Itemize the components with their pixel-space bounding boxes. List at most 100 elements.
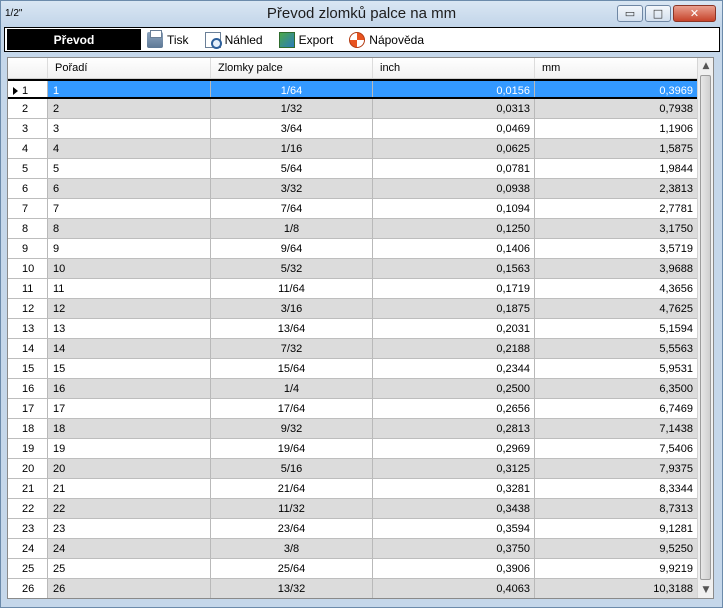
cell-mm[interactable]: 4,3656 (535, 279, 698, 298)
cell-poradi[interactable]: 7 (48, 199, 211, 218)
row-number[interactable]: 13 (8, 319, 48, 338)
table-row[interactable]: 11 11 11/64 0,1719 4,3656 (8, 279, 698, 299)
cell-poradi[interactable]: 17 (48, 399, 211, 418)
cell-zlomek[interactable]: 25/64 (211, 559, 373, 578)
table-row[interactable]: 8 8 1/8 0,1250 3,1750 (8, 219, 698, 239)
cell-zlomek[interactable]: 13/64 (211, 319, 373, 338)
table-row[interactable]: 12 12 3/16 0,1875 4,7625 (8, 299, 698, 319)
table-row[interactable]: 10 10 5/32 0,1563 3,9688 (8, 259, 698, 279)
cell-zlomek[interactable]: 11/64 (211, 279, 373, 298)
row-number[interactable]: 2 (8, 99, 48, 118)
cell-poradi[interactable]: 20 (48, 459, 211, 478)
cell-mm[interactable]: 7,9375 (535, 459, 698, 478)
row-number[interactable]: 7 (8, 199, 48, 218)
cell-zlomek[interactable]: 5/16 (211, 459, 373, 478)
cell-inch[interactable]: 0,3125 (373, 459, 535, 478)
cell-zlomek[interactable]: 13/32 (211, 579, 373, 598)
cell-mm[interactable]: 2,3813 (535, 179, 698, 198)
row-number[interactable]: 17 (8, 399, 48, 418)
help-button[interactable]: Nápověda (349, 31, 424, 48)
cell-poradi[interactable]: 6 (48, 179, 211, 198)
cell-poradi[interactable]: 3 (48, 119, 211, 138)
cell-poradi[interactable]: 1 (48, 81, 211, 97)
cell-mm[interactable]: 5,1594 (535, 319, 698, 338)
cell-inch[interactable]: 0,1406 (373, 239, 535, 258)
cell-mm[interactable]: 8,3344 (535, 479, 698, 498)
cell-zlomek[interactable]: 9/64 (211, 239, 373, 258)
cell-inch[interactable]: 0,0156 (373, 81, 535, 97)
column-header-poradi[interactable]: Pořadí (48, 58, 211, 78)
cell-mm[interactable]: 1,5875 (535, 139, 698, 158)
cell-inch[interactable]: 0,3750 (373, 539, 535, 558)
table-row[interactable]: 18 18 9/32 0,2813 7,1438 (8, 419, 698, 439)
row-number[interactable]: 15 (8, 359, 48, 378)
row-number[interactable]: 10 (8, 259, 48, 278)
maximize-button[interactable]: □ (645, 5, 671, 22)
export-button[interactable]: Export (278, 31, 333, 48)
cell-poradi[interactable]: 8 (48, 219, 211, 238)
cell-inch[interactable]: 0,0781 (373, 159, 535, 178)
table-row[interactable]: 9 9 9/64 0,1406 3,5719 (8, 239, 698, 259)
cell-zlomek[interactable]: 1/8 (211, 219, 373, 238)
row-number[interactable]: 25 (8, 559, 48, 578)
minimize-button[interactable]: ▭ (617, 5, 643, 22)
cell-mm[interactable]: 7,1438 (535, 419, 698, 438)
row-number[interactable]: 11 (8, 279, 48, 298)
scroll-up-icon[interactable]: ▲ (698, 58, 713, 74)
cell-mm[interactable]: 0,3969 (535, 81, 698, 97)
cell-poradi[interactable]: 4 (48, 139, 211, 158)
table-row[interactable]: 3 3 3/64 0,0469 1,1906 (8, 119, 698, 139)
cell-mm[interactable]: 9,9219 (535, 559, 698, 578)
close-button[interactable]: ✕ (673, 5, 716, 22)
cell-mm[interactable]: 7,5406 (535, 439, 698, 458)
cell-mm[interactable]: 9,1281 (535, 519, 698, 538)
cell-mm[interactable]: 1,1906 (535, 119, 698, 138)
table-row[interactable]: 16 16 1/4 0,2500 6,3500 (8, 379, 698, 399)
cell-poradi[interactable]: 15 (48, 359, 211, 378)
cell-inch[interactable]: 0,1875 (373, 299, 535, 318)
table-row[interactable]: 19 19 19/64 0,2969 7,5406 (8, 439, 698, 459)
cell-inch[interactable]: 0,3281 (373, 479, 535, 498)
cell-mm[interactable]: 1,9844 (535, 159, 698, 178)
cell-inch[interactable]: 0,4063 (373, 579, 535, 598)
cell-mm[interactable]: 6,7469 (535, 399, 698, 418)
cell-poradi[interactable]: 24 (48, 539, 211, 558)
cell-mm[interactable]: 5,9531 (535, 359, 698, 378)
row-number[interactable]: 22 (8, 499, 48, 518)
cell-zlomek[interactable]: 15/64 (211, 359, 373, 378)
preview-button[interactable]: Náhled (204, 31, 263, 49)
row-header-corner[interactable] (8, 58, 48, 78)
table-row[interactable]: 5 5 5/64 0,0781 1,9844 (8, 159, 698, 179)
table-row[interactable]: 1 1 1/64 0,0156 0,3969 (8, 79, 698, 99)
table-row[interactable]: 23 23 23/64 0,3594 9,1281 (8, 519, 698, 539)
print-button[interactable]: Tisk (147, 29, 189, 48)
row-number[interactable]: 16 (8, 379, 48, 398)
table-row[interactable]: 26 26 13/32 0,4063 10,3188 (8, 579, 698, 598)
cell-inch[interactable]: 0,1719 (373, 279, 535, 298)
cell-poradi[interactable]: 19 (48, 439, 211, 458)
cell-mm[interactable]: 8,7313 (535, 499, 698, 518)
row-number[interactable]: 26 (8, 579, 48, 598)
table-row[interactable]: 20 20 5/16 0,3125 7,9375 (8, 459, 698, 479)
cell-inch[interactable]: 0,1250 (373, 219, 535, 238)
cell-inch[interactable]: 0,2500 (373, 379, 535, 398)
cell-zlomek[interactable]: 11/32 (211, 499, 373, 518)
table-row[interactable]: 22 22 11/32 0,3438 8,7313 (8, 499, 698, 519)
cell-zlomek[interactable]: 5/64 (211, 159, 373, 178)
row-number[interactable]: 6 (8, 179, 48, 198)
table-row[interactable]: 4 4 1/16 0,0625 1,5875 (8, 139, 698, 159)
table-row[interactable]: 15 15 15/64 0,2344 5,9531 (8, 359, 698, 379)
row-number[interactable]: 19 (8, 439, 48, 458)
table-row[interactable]: 25 25 25/64 0,3906 9,9219 (8, 559, 698, 579)
cell-zlomek[interactable]: 7/64 (211, 199, 373, 218)
cell-mm[interactable]: 9,5250 (535, 539, 698, 558)
cell-zlomek[interactable]: 3/8 (211, 539, 373, 558)
cell-zlomek[interactable]: 3/64 (211, 119, 373, 138)
cell-inch[interactable]: 0,2813 (373, 419, 535, 438)
row-number[interactable]: 14 (8, 339, 48, 358)
cell-zlomek[interactable]: 21/64 (211, 479, 373, 498)
row-number[interactable]: 23 (8, 519, 48, 538)
column-header-mm[interactable]: mm (535, 58, 698, 78)
column-header-inch[interactable]: inch (373, 58, 535, 78)
cell-mm[interactable]: 2,7781 (535, 199, 698, 218)
